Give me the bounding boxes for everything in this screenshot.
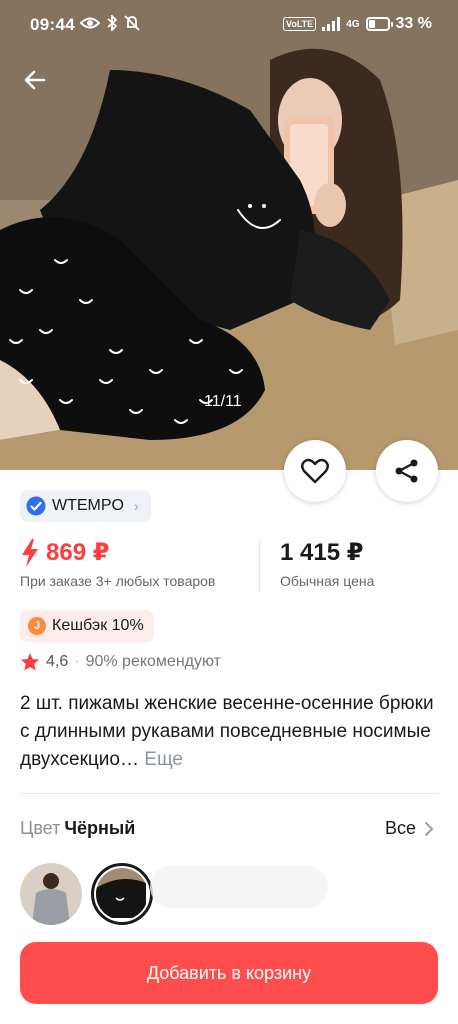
add-to-cart-button[interactable]: Добавить в корзину	[20, 942, 438, 1004]
color-swatch-black[interactable]	[91, 863, 153, 925]
favorite-button[interactable]	[284, 440, 346, 502]
section-divider	[20, 793, 438, 794]
status-right-icons: VoLTE 4G 33 %	[283, 15, 432, 33]
all-variants-link[interactable]: Все	[385, 818, 434, 839]
battery-icon	[365, 17, 393, 31]
rating-separator: ·	[74, 653, 80, 670]
color-value: Чёрный	[64, 818, 136, 838]
regular-price-block: 1 415 ₽ Обычная цена	[280, 538, 374, 589]
chevron-right-icon: ›	[134, 498, 139, 514]
heart-icon	[301, 458, 329, 484]
seller-name: WTEMPO	[52, 497, 124, 514]
gallery-counter: 11/11	[204, 393, 242, 410]
status-left-icons	[80, 15, 140, 31]
color-label: Цвет	[20, 818, 61, 838]
cashback-label: Кешбэк 10%	[52, 617, 144, 634]
cashback-icon: J	[28, 617, 46, 635]
current-price: 869 ₽	[46, 539, 110, 566]
volte-badge: VoLTE	[283, 17, 317, 31]
back-button[interactable]	[20, 64, 52, 96]
blurred-placeholder	[150, 866, 328, 908]
lightning-icon	[22, 538, 38, 567]
regular-price-label: Обычная цена	[280, 573, 375, 589]
swatch-grey-image	[20, 863, 82, 925]
network-type: 4G	[346, 18, 360, 30]
product-title-text: 2 шт. пижамы женские весенне-осенние брю…	[20, 693, 434, 770]
status-bar: 09:44 VoLTE 4G 33 %	[0, 0, 458, 50]
rating-row[interactable]: 4,6 · 90% рекомендуют	[20, 652, 221, 672]
rating-score: 4,6	[46, 653, 69, 670]
signal-icon	[322, 17, 341, 31]
all-variants-label: Все	[384, 818, 416, 838]
mute-icon	[124, 15, 140, 31]
color-selector-row[interactable]: Цвет Чёрный Все	[20, 818, 438, 842]
cashback-badge[interactable]: J Кешбэк 10%	[20, 610, 154, 642]
regular-price: 1 415 ₽	[280, 539, 364, 566]
status-time: 09:44	[30, 15, 75, 34]
current-price-block: 869 ₽ При заказе 3+ любых товаров	[20, 538, 215, 589]
share-icon	[395, 459, 418, 483]
battery-percent: 33 %	[395, 15, 432, 32]
seller-chip[interactable]: WTEMPO ›	[20, 490, 151, 522]
bluetooth-icon	[107, 15, 118, 31]
current-price-note: При заказе 3+ любых товаров	[20, 573, 216, 589]
eye-icon	[80, 17, 100, 29]
more-link[interactable]: Еще	[144, 749, 183, 770]
product-title[interactable]: 2 шт. пижамы женские весенне-осенние брю…	[20, 690, 440, 774]
arrow-left-icon	[24, 70, 46, 90]
chevron-right-icon	[425, 821, 433, 836]
verified-icon	[26, 496, 46, 516]
recommend-text: 90% рекомендуют	[85, 653, 221, 670]
share-button[interactable]	[376, 440, 438, 502]
price-divider	[259, 540, 260, 592]
star-icon	[21, 653, 39, 671]
color-swatch-grey[interactable]	[20, 863, 82, 925]
swatch-black-image	[96, 868, 146, 918]
battery-level	[368, 20, 376, 28]
